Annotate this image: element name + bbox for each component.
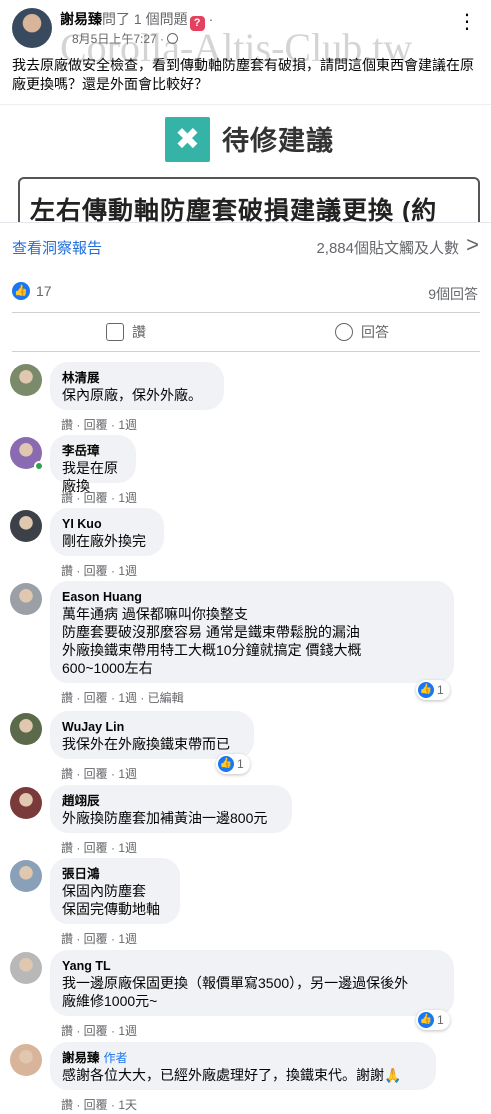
comment-reaction-count[interactable]: 👍 1 (216, 754, 250, 774)
comment-bubble: Yang TL 我一邊原廠保固更換（報價單寫3500），另一邊過保後外 廠維修10… (50, 950, 454, 1016)
separator-dot: · (208, 11, 214, 27)
comment-actions[interactable]: 讚 · 回覆 · 1週 (61, 489, 137, 506)
like-count[interactable]: 17 (36, 283, 52, 299)
insights-bar[interactable]: 查看洞察報告 2,884個貼文觸及人數 > (0, 222, 491, 268)
like-reaction-icon: 👍 (218, 756, 234, 772)
commenter-avatar[interactable] (10, 860, 42, 892)
commenter-name[interactable]: 謝易臻 作者 (62, 1050, 424, 1066)
post-timestamp[interactable]: 8月5日上午7:27 · (72, 30, 179, 47)
question-badge-icon: ? (189, 16, 205, 31)
post-text: 我去原廠做安全檢查，看到傳動軸防塵套有破損，請問這個東西會建議在原廠更換嗎？還是… (12, 57, 474, 92)
comment-bubble: Eason Huang 萬年通病 過保都嘛叫你換整支 防塵套要破沒那麼容易 通常是… (50, 581, 454, 683)
comment-bubble: 林清展 保內原廠，保外外廠。 (50, 362, 224, 410)
comment-actions[interactable]: 讚 · 回覆 · 1週 (61, 930, 137, 947)
comment-actions[interactable]: 讚 · 回覆 · 1週 (61, 765, 137, 782)
commenter-name[interactable]: 林清展 (62, 370, 212, 386)
comment-bubble: 趙翊辰 外廠換防塵套加補黃油一邊800元 (50, 785, 292, 833)
post-header: 謝易臻問了 1 個問題? · 8月5日上午7:27 · ⋮ (12, 8, 482, 52)
comment-bubble: 謝易臻 作者 感謝各位大大，已經外廠處理好了，換鐵束代。謝謝🙏 (50, 1042, 436, 1090)
comment-bubble: 李岳璋 我是在原廠換 (50, 435, 136, 494)
comment-actions[interactable]: 讚 · 回覆 · 1週 (61, 416, 137, 433)
commenter-avatar[interactable] (10, 787, 42, 819)
comment-text: 剛在廠外換完 (62, 533, 146, 549)
comment-reaction-count[interactable]: 👍 1 (416, 1010, 450, 1030)
question-bubble-icon (335, 323, 353, 341)
like-reaction-icon: 👍 (418, 682, 434, 698)
image-text-box: 左右傳動軸防塵套破損建議更換 (約 (18, 177, 480, 222)
commenter-name[interactable]: 李岳璋 (62, 443, 124, 459)
commenter-name[interactable]: 張日鴻 (62, 866, 168, 882)
online-status-icon (34, 461, 44, 471)
comment-actions[interactable]: 讚 · 回覆 · 1週 (61, 839, 137, 856)
view-insights-link[interactable]: 查看洞察報告 (12, 237, 102, 258)
commenter-name[interactable]: Eason Huang (62, 589, 442, 605)
post-reach: 2,884個貼文觸及人數 (316, 240, 459, 257)
image-heading: 待修建議 (222, 126, 334, 156)
author-line: 謝易臻問了 1 個問題? · (60, 9, 213, 31)
image-box-text: 左右傳動軸防塵套破損建議更換 (約 (30, 197, 438, 222)
comment-actions[interactable]: 讚 · 回覆 · 1週 · 已編輯 (61, 689, 184, 706)
comment-reaction-count[interactable]: 👍 1 (416, 680, 450, 700)
comment-actions[interactable]: 讚 · 回覆 · 1週 (61, 562, 137, 579)
comment-actions[interactable]: 讚 · 回覆 · 1週 (61, 1022, 137, 1039)
commenter-avatar[interactable] (10, 510, 42, 542)
author-name[interactable]: 謝易臻 (60, 11, 102, 27)
commenter-avatar[interactable] (10, 1044, 42, 1076)
commenter-avatar[interactable] (10, 364, 42, 396)
comment-actions[interactable]: 讚 · 回覆 · 1天 (61, 1096, 137, 1113)
reactions-summary: 👍 17 9個回答 (12, 282, 480, 304)
commenter-name[interactable]: Yang TL (62, 958, 442, 974)
comment-bubble: YI Kuo 剛在廠外換完 (50, 508, 164, 556)
comment-text: 我保外在外廠換鐵束帶而已 (62, 736, 230, 752)
like-button[interactable]: 讚 (106, 322, 146, 342)
author-tag: 作者 (103, 1051, 128, 1065)
comment-text: 感謝各位大大，已經外廠處理好了，換鐵束代。謝謝🙏 (62, 1067, 402, 1083)
commenter-name[interactable]: WuJay Lin (62, 719, 242, 735)
commenter-avatar[interactable] (10, 952, 42, 984)
comment-bubble: WuJay Lin 我保外在外廠換鐵束帶而已 (50, 711, 254, 759)
author-avatar[interactable] (12, 8, 52, 48)
post-action-text: 問了 1 個問題 (102, 11, 188, 27)
like-reaction-icon[interactable]: 👍 (12, 282, 30, 300)
post-image[interactable]: ✖ 待修建議 左右傳動軸防塵套破損建議更換 (約 (0, 104, 491, 222)
comment-bubble: 張日鴻 保固內防塵套 保固完傳動地軸 (50, 858, 180, 924)
commenter-name[interactable]: YI Kuo (62, 516, 152, 532)
answer-count[interactable]: 9個回答 (428, 284, 478, 304)
comment-text: 萬年通病 過保都嘛叫你換整支 防塵套要破沒那麼容易 通常是鐵束帶鬆脫的漏油 外廠… (62, 606, 362, 676)
globe-icon (167, 33, 179, 44)
action-bar: 讚 回答 (12, 312, 480, 352)
repair-tools-icon: ✖ (165, 117, 210, 162)
like-reaction-icon: 👍 (418, 1012, 434, 1028)
answer-button[interactable]: 回答 (335, 322, 389, 342)
comment-text: 外廠換防塵套加補黃油一邊800元 (62, 810, 268, 826)
chevron-right-icon[interactable]: > (466, 234, 479, 256)
commenter-avatar[interactable] (10, 583, 42, 615)
thumbs-up-icon (106, 323, 124, 341)
commenter-name[interactable]: 趙翊辰 (62, 793, 280, 809)
comment-text: 保內原廠，保外外廠。 (62, 387, 202, 403)
commenter-avatar[interactable] (10, 713, 42, 745)
comment-text: 我一邊原廠保固更換（報價單寫3500），另一邊過保後外 廠維修1000元~ (62, 975, 409, 1009)
more-options-icon[interactable]: ⋮ (457, 12, 478, 32)
comment-text: 保固內防塵套 保固完傳動地軸 (62, 883, 160, 917)
